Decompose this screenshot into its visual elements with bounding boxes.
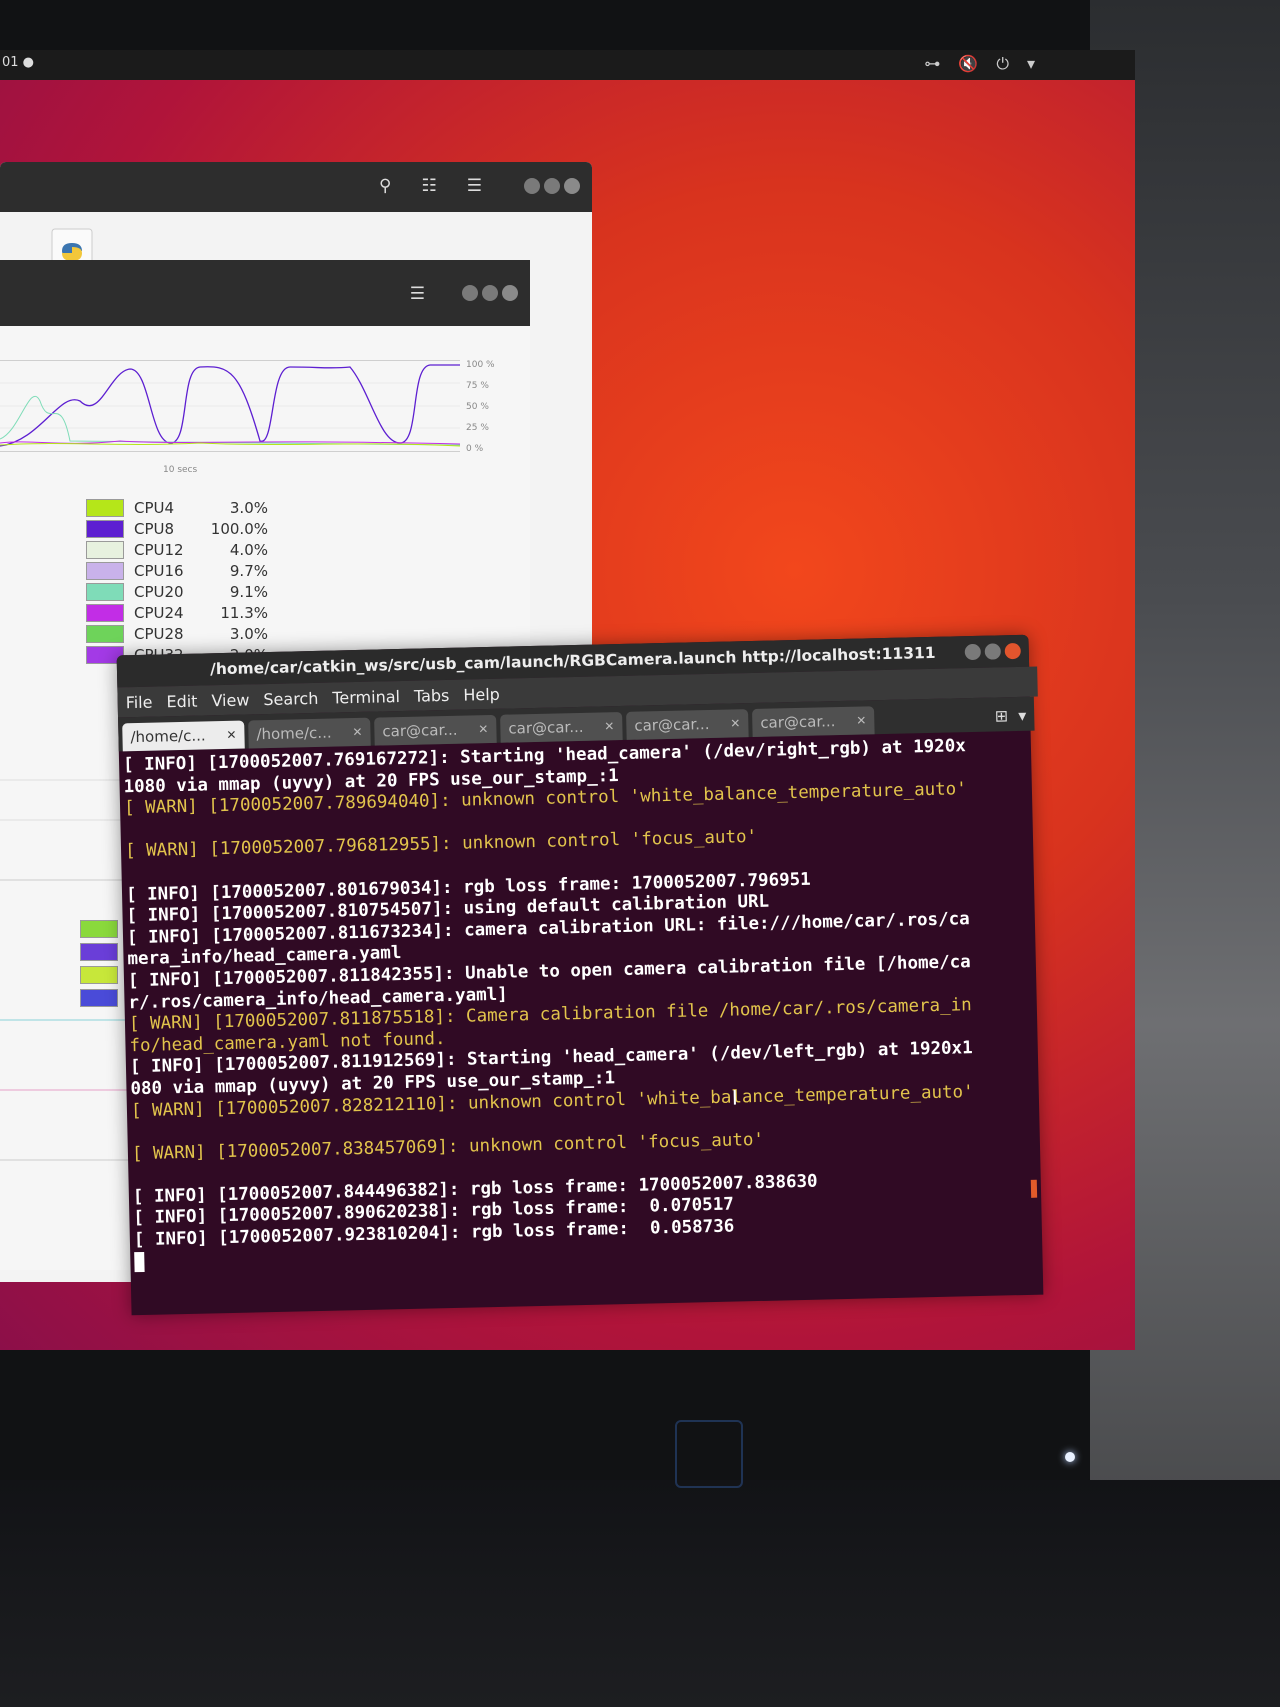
tab-label: car@car... bbox=[382, 720, 458, 741]
system-tray: ⊶ 🔇 ⏻ ▾ bbox=[924, 54, 1035, 74]
menu-tabs[interactable]: Tabs bbox=[414, 685, 450, 705]
terminal-tab[interactable]: /home/c... ✕ bbox=[122, 720, 245, 752]
cpu-usage: 11.3% bbox=[220, 603, 268, 622]
search-icon[interactable]: ⚲ bbox=[379, 176, 391, 196]
cpu-color-swatch[interactable] bbox=[86, 519, 124, 538]
cpu-usage: 9.7% bbox=[229, 561, 268, 580]
power-icon[interactable]: ⏻ bbox=[996, 54, 1009, 74]
cpu-color-swatch[interactable] bbox=[86, 582, 124, 601]
minimize-button[interactable] bbox=[462, 285, 478, 301]
menu-view[interactable]: View bbox=[211, 690, 249, 710]
axis-label: 50 % bbox=[466, 402, 489, 412]
network-icon[interactable]: ⊶ bbox=[924, 54, 940, 74]
terminal-tab[interactable]: car@car... ✕ bbox=[500, 711, 623, 743]
clock[interactable]: 01 ● bbox=[2, 55, 34, 70]
menu-edit[interactable]: Edit bbox=[166, 691, 197, 711]
cpu-name: CPU8 bbox=[134, 519, 175, 538]
close-icon[interactable]: ✕ bbox=[352, 725, 362, 739]
terminal-tab[interactable]: car@car... ✕ bbox=[374, 714, 497, 746]
terminal-tab[interactable]: car@car... ✕ bbox=[626, 709, 749, 740]
cpu-color-swatch[interactable] bbox=[86, 540, 124, 559]
maximize-button[interactable] bbox=[984, 643, 1001, 660]
menu-search[interactable]: Search bbox=[263, 688, 318, 708]
close-icon[interactable]: ✕ bbox=[604, 719, 614, 733]
minimize-button[interactable] bbox=[964, 643, 981, 661]
tab-label: /home/c... bbox=[130, 726, 206, 747]
cpu-legend-item: CPU20 9.1% bbox=[86, 581, 268, 602]
cpu-legend-item: CPU12 4.0% bbox=[86, 539, 268, 560]
scrollbar-thumb[interactable] bbox=[1030, 1179, 1038, 1198]
volume-muted-icon[interactable]: 🔇 bbox=[958, 54, 978, 74]
cpu-legend: CPU4 3.0% CPU8 100.0% CPU12 4.0% CPU16 9… bbox=[86, 497, 268, 665]
menu-icon[interactable]: ☰ bbox=[410, 284, 425, 304]
tab-label: /home/c... bbox=[256, 723, 332, 744]
close-icon[interactable]: ✕ bbox=[730, 716, 740, 730]
cpu-usage: 3.0% bbox=[229, 624, 268, 643]
graph-time-label: 10 secs bbox=[163, 465, 198, 475]
files-header: ⚲ ☷ ☰ bbox=[0, 162, 592, 212]
axis-label: 75 % bbox=[466, 381, 489, 391]
cpu-name: CPU20 bbox=[134, 582, 184, 601]
tab-label: car@car... bbox=[634, 715, 710, 735]
cpu-usage: 9.1% bbox=[229, 582, 268, 601]
cpu-name: CPU4 bbox=[134, 498, 175, 517]
power-led-icon bbox=[1065, 1452, 1075, 1462]
cpu-usage: 100.0% bbox=[210, 519, 268, 538]
text-cursor-icon: I bbox=[731, 1085, 738, 1110]
cpu-color-swatch[interactable] bbox=[86, 603, 124, 622]
cpu-color-swatch[interactable] bbox=[86, 498, 124, 517]
axis-label: 25 % bbox=[466, 423, 489, 433]
cpu-name: CPU24 bbox=[134, 603, 184, 622]
cpu-name: CPU16 bbox=[134, 561, 184, 580]
close-button[interactable] bbox=[1004, 642, 1021, 660]
minimize-button[interactable] bbox=[524, 178, 540, 194]
close-icon[interactable]: ✕ bbox=[478, 722, 488, 736]
cpu-legend-item: CPU24 11.3% bbox=[86, 602, 268, 623]
axis-label: 100 % bbox=[466, 360, 495, 370]
maximize-button[interactable] bbox=[482, 285, 498, 301]
axis-label: 0 % bbox=[466, 444, 484, 454]
view-list-icon[interactable]: ☷ bbox=[422, 176, 437, 196]
close-button[interactable] bbox=[564, 178, 580, 194]
cpu-name: CPU28 bbox=[134, 624, 184, 643]
cpu-usage: 3.0% bbox=[229, 498, 268, 517]
cpu-legend-item: CPU8 100.0% bbox=[86, 518, 268, 539]
terminal-window: /home/car/catkin_ws/src/usb_cam/launch/R… bbox=[116, 634, 1044, 1316]
terminal-tab[interactable]: /home/c... ✕ bbox=[248, 717, 371, 749]
cpu-color-swatch[interactable] bbox=[86, 561, 124, 580]
cpu-legend-item: CPU28 3.0% bbox=[86, 623, 268, 644]
menu-terminal[interactable]: Terminal bbox=[332, 687, 400, 708]
top-panel: 01 ● ⊶ 🔇 ⏻ ▾ bbox=[0, 50, 1135, 80]
graph-axis-labels: 100 % 75 % 50 % 25 % 0 % bbox=[466, 355, 495, 460]
chevron-down-icon[interactable]: ▾ bbox=[1027, 54, 1035, 74]
chevron-down-icon[interactable]: ▾ bbox=[1018, 706, 1026, 725]
system-monitor-header: ☰ bbox=[0, 260, 530, 326]
cpu-legend-item: CPU16 9.7% bbox=[86, 560, 268, 581]
terminal-tab[interactable]: car@car... ✕ bbox=[752, 706, 875, 738]
close-icon[interactable]: ✕ bbox=[856, 713, 866, 727]
tab-label: car@car... bbox=[760, 712, 836, 732]
cpu-history-graph bbox=[0, 360, 461, 452]
desktop-screen: 01 ● ⊶ 🔇 ⏻ ▾ ⚲ ☷ ☰ ☰ 100 % 75 % 50 % 25 … bbox=[0, 50, 1135, 1350]
cpu-legend-item: CPU4 3.0% bbox=[86, 497, 268, 518]
maximize-button[interactable] bbox=[544, 178, 560, 194]
menu-icon[interactable]: ☰ bbox=[467, 176, 482, 196]
close-button[interactable] bbox=[502, 285, 518, 301]
terminal-cursor bbox=[134, 1251, 145, 1272]
terminal-output[interactable]: [ INFO] [1700052007.769167272]: Starting… bbox=[119, 731, 1043, 1312]
close-icon[interactable]: ✕ bbox=[226, 728, 236, 742]
desk-surface bbox=[0, 1480, 1280, 1707]
cpu-name: CPU12 bbox=[134, 540, 184, 559]
cpu-color-swatch[interactable] bbox=[86, 624, 124, 643]
new-tab-icon[interactable]: ⊞ bbox=[995, 706, 1009, 725]
menu-help[interactable]: Help bbox=[463, 684, 500, 704]
menu-file[interactable]: File bbox=[125, 692, 152, 712]
tab-label: car@car... bbox=[508, 717, 584, 738]
cpu-usage: 4.0% bbox=[229, 540, 268, 559]
energy-star-logo bbox=[675, 1420, 743, 1488]
